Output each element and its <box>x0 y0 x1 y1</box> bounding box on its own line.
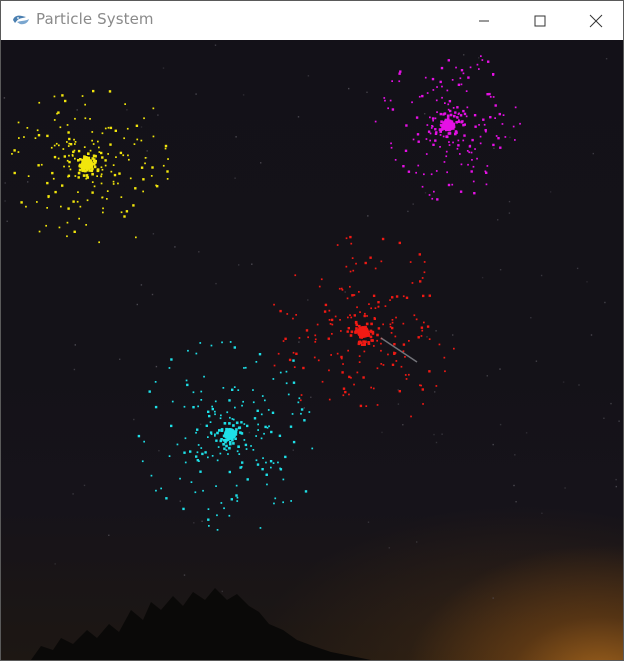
minimize-button[interactable] <box>456 1 512 40</box>
background-stars <box>3 44 620 599</box>
window-title: Particle System <box>36 10 154 28</box>
particle-scene <box>3 44 620 660</box>
app-window: Particle System <box>0 0 624 661</box>
tree-silhouette <box>31 588 371 660</box>
cyan-firework <box>137 341 314 531</box>
close-icon <box>589 14 603 27</box>
particle-canvas[interactable] <box>1 40 623 660</box>
magenta-firework <box>374 55 521 201</box>
minimize-icon <box>479 20 489 21</box>
maximize-icon <box>534 15 546 26</box>
maximize-button[interactable] <box>512 1 568 40</box>
python-icon <box>11 12 31 28</box>
yellow-firework <box>11 89 169 244</box>
title-bar[interactable]: Particle System <box>1 1 623 40</box>
rocket-trail <box>380 337 418 363</box>
red-firework <box>273 235 455 418</box>
close-button[interactable] <box>568 1 623 40</box>
